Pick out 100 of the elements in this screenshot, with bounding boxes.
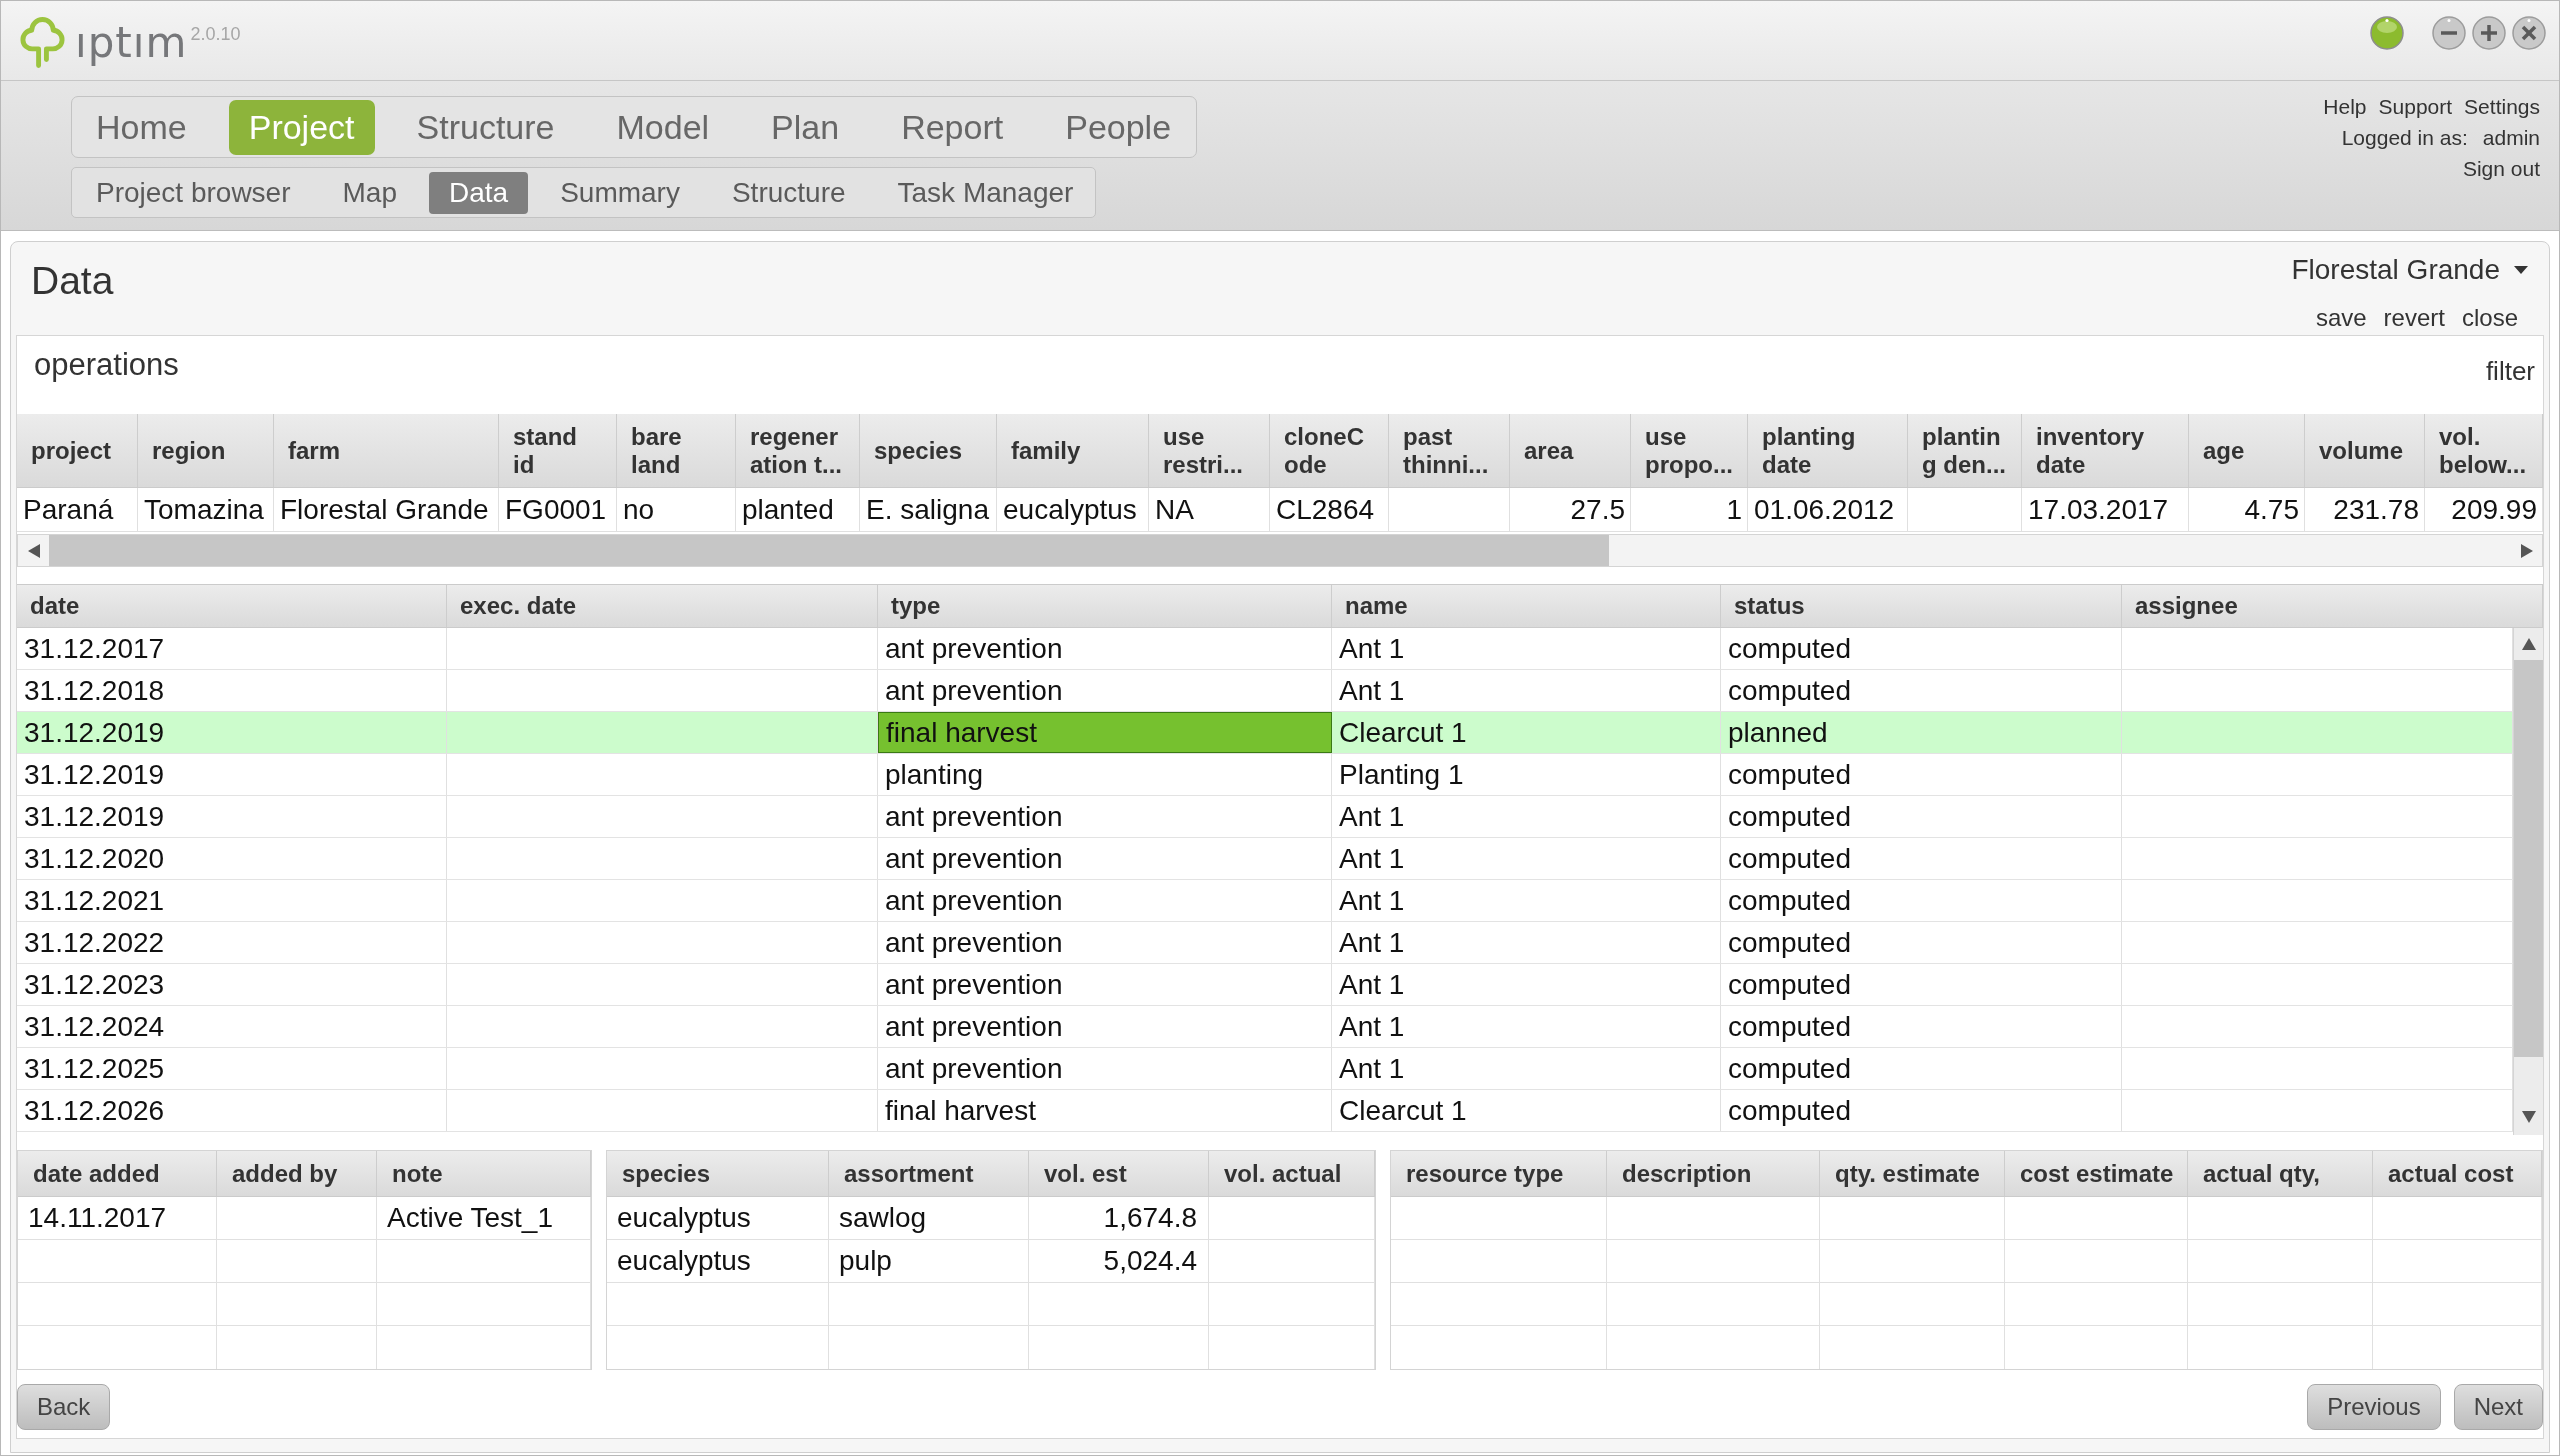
close-icon[interactable]	[2512, 16, 2546, 50]
table-cell: no	[617, 488, 736, 531]
table-cell: computed	[1721, 796, 2122, 837]
subnav-tab[interactable]: Task Manager	[877, 171, 1094, 214]
column-header: region	[138, 414, 274, 487]
subnav-tab[interactable]: Map	[322, 171, 417, 214]
logo-text: ıptım	[75, 19, 188, 67]
login-label: Logged in as:	[2341, 125, 2468, 151]
column-header: regeneration t...	[736, 414, 860, 487]
table-cell: 31.12.2022	[17, 922, 447, 963]
subnav-tab[interactable]: Data	[429, 171, 529, 214]
panel-title: Data	[31, 259, 114, 302]
column-header: cloneCode	[1270, 414, 1389, 487]
table-cell: planting	[878, 754, 1332, 795]
table-cell: Ant 1	[1332, 880, 1721, 921]
table-cell: computed	[1721, 754, 2122, 795]
table-cell: ant prevention	[878, 1048, 1332, 1089]
previous-button[interactable]: Previous	[2307, 1384, 2441, 1430]
table-cell: eucalyptus	[607, 1197, 829, 1239]
table-cell: computed	[1721, 1090, 2122, 1131]
subnav-tab[interactable]: Structure	[711, 171, 866, 214]
table-cell: 14.11.2017	[18, 1197, 217, 1239]
next-button[interactable]: Next	[2453, 1384, 2543, 1430]
table-cell: 31.12.2026	[17, 1090, 447, 1131]
nav-tab[interactable]: Plan	[751, 99, 860, 155]
table-row[interactable]: 31.12.2021 ant prevention Ant 1 computed	[17, 880, 2513, 922]
table-cell: sawlog	[829, 1197, 1029, 1239]
scrollbar-thumb[interactable]	[49, 535, 1609, 566]
table-cell: computed	[1721, 1006, 2122, 1047]
table-row[interactable]: 31.12.2025 ant prevention Ant 1 computed	[17, 1048, 2513, 1090]
table-cell: Ant 1	[1332, 922, 1721, 963]
header-link[interactable]: Help	[2323, 91, 2367, 122]
arrow-up-icon[interactable]	[2521, 638, 2536, 650]
status-light-icon	[2370, 16, 2404, 50]
table-cell: ant prevention	[878, 1006, 1332, 1047]
project-dropdown[interactable]: Florestal Grande	[2291, 253, 2528, 287]
table-row[interactable]: 31.12.2019 planting Planting 1 computed	[17, 754, 2513, 796]
header-link[interactable]: Settings	[2464, 91, 2540, 122]
sign-out-link[interactable]: Sign out	[2462, 153, 2540, 184]
column-header: exec. date	[447, 585, 878, 627]
action-link[interactable]: revert	[2383, 304, 2445, 332]
nav-tab[interactable]: People	[1045, 99, 1192, 155]
column-header: inventory date	[2022, 414, 2189, 487]
table-cell: 31.12.2018	[17, 670, 447, 711]
table-cell: final harvest	[878, 1090, 1332, 1131]
plus-icon[interactable]	[2472, 16, 2506, 50]
table-cell: Planting 1	[1332, 754, 1721, 795]
table-row[interactable]: 31.12.2026 final harvest Clearcut 1 computed	[17, 1090, 2513, 1132]
column-header: resource type	[1391, 1151, 1607, 1196]
column-header: assortment	[829, 1151, 1029, 1196]
column-header: volume	[2305, 414, 2425, 487]
column-header: date	[17, 585, 447, 627]
column-header: stand id	[499, 414, 617, 487]
table-row[interactable]: 31.12.2019 final harvest Clearcut 1 planned	[17, 712, 2513, 754]
table-cell: planted	[736, 488, 860, 531]
table-cell: 31.12.2019	[17, 796, 447, 837]
column-header: vol. est	[1029, 1151, 1209, 1196]
nav-tab[interactable]: Structure	[396, 99, 575, 155]
table-row[interactable]: 31.12.2019 ant prevention Ant 1 computed	[17, 796, 2513, 838]
table-cell: 31.12.2017	[17, 628, 447, 669]
subnav-tab[interactable]: Project browser	[76, 171, 311, 214]
logo-icon	[20, 16, 65, 69]
table-row[interactable]: 31.12.2020 ant prevention Ant 1 computed	[17, 838, 2513, 880]
table-cell: Paraná	[17, 488, 138, 531]
arrow-down-icon[interactable]	[2521, 1111, 2536, 1123]
arrow-left-icon[interactable]	[27, 543, 40, 558]
nav-tab[interactable]: Home	[76, 99, 207, 155]
table-cell: computed	[1721, 628, 2122, 669]
table-row[interactable]: 31.12.2022 ant prevention Ant 1 computed	[17, 922, 2513, 964]
table-cell: Ant 1	[1332, 670, 1721, 711]
column-header: actual cost	[2373, 1151, 2542, 1196]
scrollbar-thumb[interactable]	[2514, 660, 2543, 1057]
action-link[interactable]: save	[2315, 304, 2367, 332]
nav-tab[interactable]: Model	[596, 99, 730, 155]
subnav-tab[interactable]: Summary	[540, 171, 700, 214]
table-cell: ant prevention	[878, 922, 1332, 963]
column-header: vol. below...	[2425, 414, 2543, 487]
table-cell: ant prevention	[878, 670, 1332, 711]
table-cell: ant prevention	[878, 796, 1332, 837]
arrow-right-icon[interactable]	[2520, 543, 2533, 558]
column-header: description	[1607, 1151, 1820, 1196]
column-header: planting date	[1748, 414, 1908, 487]
table-cell: 01.06.2012	[1748, 488, 1908, 531]
nav-tab[interactable]: Report	[881, 99, 1024, 155]
column-header: status	[1721, 585, 2122, 627]
table-cell: eucalyptus	[997, 488, 1149, 531]
table-row[interactable]: 31.12.2024 ant prevention Ant 1 computed	[17, 1006, 2513, 1048]
column-header: species	[607, 1151, 829, 1196]
table-cell: Active Test_1	[377, 1197, 591, 1239]
table-row[interactable]: 31.12.2017 ant prevention Ant 1 computed	[17, 628, 2513, 670]
filter-link[interactable]: filter	[2485, 356, 2535, 386]
table-cell: 31.12.2023	[17, 964, 447, 1005]
back-button[interactable]: Back	[17, 1384, 111, 1430]
minus-icon[interactable]	[2432, 16, 2466, 50]
header-link[interactable]: Support	[2378, 91, 2453, 122]
table-row[interactable]: 31.12.2023 ant prevention Ant 1 computed	[17, 964, 2513, 1006]
table-row[interactable]: 31.12.2018 ant prevention Ant 1 computed	[17, 670, 2513, 712]
action-link[interactable]: close	[2461, 304, 2518, 332]
table-cell: Clearcut 1	[1332, 712, 1721, 753]
table-cell: computed	[1721, 670, 2122, 711]
